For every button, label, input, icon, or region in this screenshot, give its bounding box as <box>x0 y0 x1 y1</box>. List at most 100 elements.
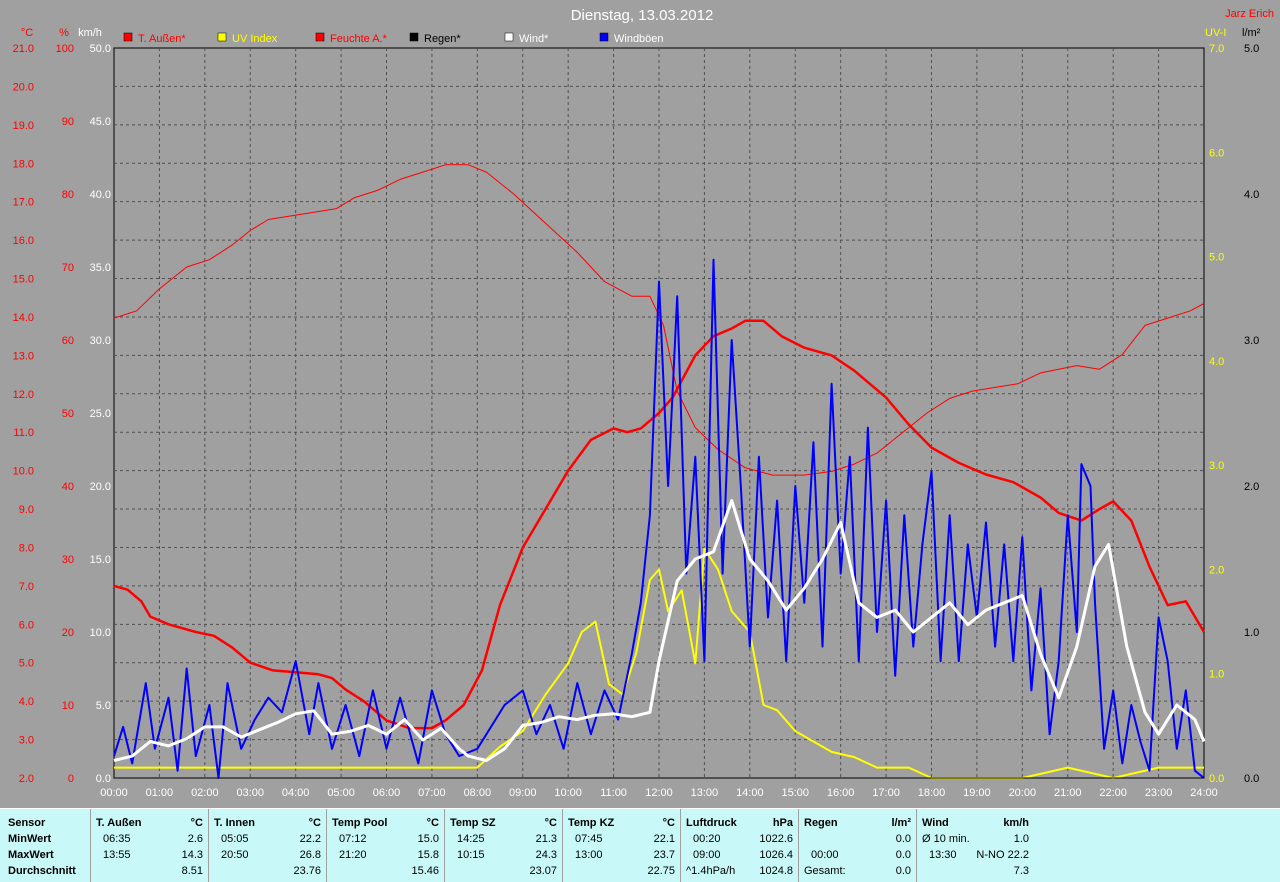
stat-avg-label: Gesamt: <box>804 865 846 877</box>
time-tick-label: 12:00 <box>645 787 673 799</box>
humidity-tick-label: 0 <box>68 773 74 785</box>
time-tick-label: 17:00 <box>872 787 900 799</box>
stat-title: Temp KZ <box>568 817 615 829</box>
stat-avg-value: 23.07 <box>529 865 557 877</box>
temp-tick-label: 19.0 <box>13 120 34 132</box>
temp-tick-label: 4.0 <box>19 696 34 708</box>
stat-max-time: 21:20 <box>339 849 367 861</box>
time-tick-label: 08:00 <box>464 787 492 799</box>
stat-min-time: Ø 10 min. <box>922 833 970 845</box>
stat-avg-value: 7.3 <box>1013 865 1029 877</box>
uv-tick-label: 5.0 <box>1209 252 1224 264</box>
time-tick-label: 11:00 <box>600 787 627 799</box>
wind-tick-label: 35.0 <box>90 262 111 274</box>
stat-avg-value: 0.0 <box>895 865 911 877</box>
stat-max-value: 15.8 <box>417 849 439 861</box>
stat-unit: °C <box>308 817 321 829</box>
stat-min-value: 1.0 <box>1013 833 1029 845</box>
stat-max-value: 24.3 <box>535 849 557 861</box>
time-tick-label: 06:00 <box>373 787 401 799</box>
stat-title: Luftdruck <box>686 817 737 829</box>
stat-max-time: 00:00 <box>811 849 839 861</box>
humidity-axis-unit: % <box>59 27 69 39</box>
temp-tick-label: 14.0 <box>13 312 34 324</box>
stat-section: Temp KZ °C 07:45 22.1 13:00 23.7 22.75 <box>562 809 681 882</box>
legend-swatch <box>504 32 514 42</box>
temp-tick-label: 6.0 <box>19 619 34 631</box>
temp-tick-label: 5.0 <box>19 658 34 670</box>
temp-tick-label: 9.0 <box>19 504 34 516</box>
uv-tick-label: 4.0 <box>1209 356 1224 368</box>
avg-row-label: Durchschnitt <box>8 865 76 877</box>
stat-section: Temp Pool °C 07:12 15.0 21:20 15.8 15.46 <box>326 809 445 882</box>
max-row-label: MaxWert <box>8 849 54 861</box>
humidity-tick-label: 10 <box>62 700 74 712</box>
time-tick-label: 18:00 <box>918 787 946 799</box>
stat-title: T. Außen <box>96 817 142 829</box>
uv-tick-label: 7.0 <box>1209 43 1224 55</box>
rain-tick-label: 3.0 <box>1244 335 1259 347</box>
stat-unit: l/m² <box>891 817 911 829</box>
temp-tick-label: 11.0 <box>13 427 34 439</box>
stat-title: Temp SZ <box>450 817 496 829</box>
humidity-tick-label: 90 <box>62 116 74 128</box>
wind-tick-label: 10.0 <box>90 627 111 639</box>
wind-tick-label: 30.0 <box>90 335 111 347</box>
time-tick-label: 00:00 <box>100 787 128 799</box>
uv-tick-label: 3.0 <box>1209 460 1224 472</box>
time-tick-label: 09:00 <box>509 787 537 799</box>
stat-min-time: 06:35 <box>103 833 131 845</box>
temp-tick-label: 16.0 <box>13 235 34 247</box>
legend-label: Feuchte A.* <box>330 33 388 45</box>
stat-max-value: 26.8 <box>299 849 321 861</box>
wind-tick-label: 0.0 <box>96 773 111 785</box>
humidity-tick-label: 50 <box>62 408 74 420</box>
wind-axis-unit: km/h <box>78 27 102 39</box>
stat-max-time: 13:00 <box>575 849 603 861</box>
temp-tick-label: 2.0 <box>19 773 34 785</box>
stat-avg-value: 8.51 <box>181 865 203 877</box>
rain-tick-label: 1.0 <box>1244 627 1259 639</box>
humidity-tick-label: 60 <box>62 335 74 347</box>
time-tick-label: 13:00 <box>691 787 719 799</box>
stat-section: Temp SZ °C 14:25 21.3 10:15 24.3 23.07 <box>444 809 563 882</box>
uv-tick-label: 0.0 <box>1209 773 1224 785</box>
stat-max-time: 20:50 <box>221 849 249 861</box>
stat-max-value: N-NO 22.2 <box>976 849 1029 861</box>
humidity-tick-label: 80 <box>62 189 74 201</box>
time-tick-label: 15:00 <box>781 787 809 799</box>
stat-avg-value: 1024.8 <box>759 865 793 877</box>
sensor-column: Sensor MinWert MaxWert Durchschnitt <box>0 809 90 882</box>
stat-min-time: 00:20 <box>693 833 721 845</box>
humidity-tick-label: 30 <box>62 554 74 566</box>
time-tick-label: 14:00 <box>736 787 764 799</box>
stat-max-time: 13:55 <box>103 849 131 861</box>
stat-max-value: 0.0 <box>895 849 911 861</box>
temp-tick-label: 20.0 <box>13 81 34 93</box>
stat-avg-label: ^1.4hPa/h <box>686 865 736 877</box>
stat-section: Luftdruck hPa 00:20 1022.6 09:00 1026.4 ^1.4hP… <box>680 809 799 882</box>
stat-max-time: 13:30 <box>929 849 957 861</box>
rain-tick-label: 5.0 <box>1244 43 1259 55</box>
temp-tick-label: 15.0 <box>13 274 34 286</box>
temp-tick-label: 7.0 <box>19 581 34 593</box>
time-tick-label: 22:00 <box>1099 787 1127 799</box>
temp-tick-label: 17.0 <box>13 197 34 209</box>
stat-section: T. Außen °C 06:35 2.6 13:55 14.3 8.51 <box>90 809 209 882</box>
legend-label: Windböen <box>614 33 664 45</box>
legend-swatch <box>123 32 133 42</box>
temp-tick-label: 10.0 <box>13 466 34 478</box>
wind-tick-label: 50.0 <box>90 43 111 55</box>
time-tick-label: 16:00 <box>827 787 855 799</box>
stat-title: Wind <box>922 817 949 829</box>
stat-unit: °C <box>544 817 557 829</box>
rain-tick-label: 4.0 <box>1244 189 1259 201</box>
stat-max-value: 1026.4 <box>759 849 793 861</box>
stat-max-value: 23.7 <box>653 849 675 861</box>
stat-min-time: 14:25 <box>457 833 485 845</box>
uv-tick-label: 6.0 <box>1209 147 1224 159</box>
stat-min-value: 0.0 <box>895 833 911 845</box>
time-tick-label: 04:00 <box>282 787 310 799</box>
weather-chart: 21.0 20.0 19.0 18.0 17.0 16.0 15.0 14.0 13.0 12.0… <box>0 0 1280 808</box>
rain-tick-label: 2.0 <box>1244 481 1259 493</box>
